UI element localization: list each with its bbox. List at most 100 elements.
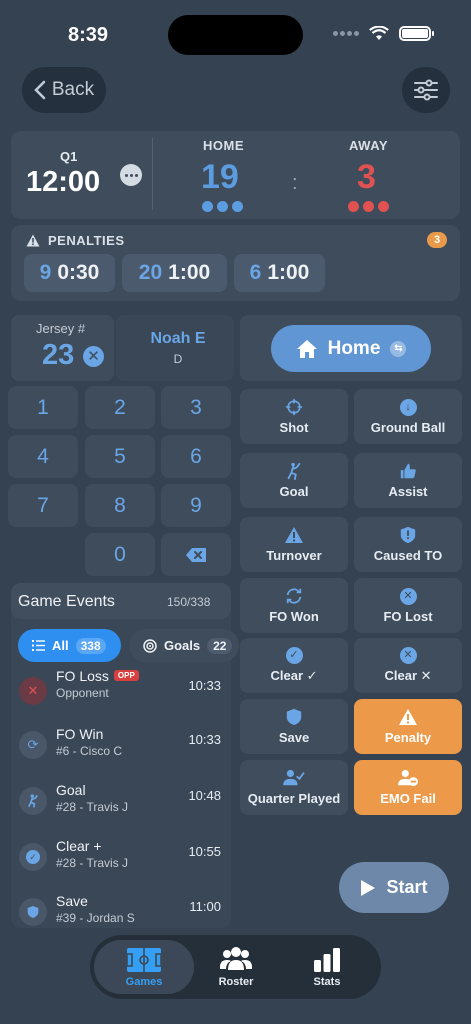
house-icon — [296, 339, 317, 358]
penalty-button[interactable]: Penalty — [354, 699, 462, 754]
battery-icon — [399, 26, 434, 41]
event-row[interactable]: ✓ Clear + #28 - Travis J 10:55 — [11, 832, 231, 888]
quarter-played-button[interactable]: Quarter Played — [240, 760, 348, 815]
action-label: Clear ✕ — [384, 668, 432, 683]
tab-stats[interactable]: Stats — [277, 940, 377, 994]
x-circle-icon: ✕ — [19, 677, 47, 705]
penalty-chip[interactable]: 9 0:30 — [24, 254, 115, 292]
action-label: Caused TO — [373, 548, 443, 563]
keypad-key-3[interactable]: 3 — [161, 386, 231, 429]
event-time: 10:33 — [188, 732, 221, 747]
tab-label: Games — [125, 975, 163, 988]
filter-goals-button[interactable]: Goals 22 — [129, 629, 239, 662]
action-label: Shot — [279, 420, 309, 435]
keypad-key-2[interactable]: 2 — [85, 386, 155, 429]
game-events-title: Game Events — [18, 593, 115, 610]
score-separator: : — [292, 172, 298, 194]
keypad-key-5[interactable]: 5 — [85, 435, 155, 478]
penalty-time: 1:00 — [267, 261, 310, 284]
keypad-key-8[interactable]: 8 — [85, 484, 155, 527]
clear-jersey-icon[interactable]: ✕ — [83, 346, 104, 367]
away-label: AWAY — [349, 138, 389, 153]
event-sub: #28 - Travis J — [56, 800, 129, 814]
quarter-label: Q1 — [60, 149, 78, 164]
caused-to-button[interactable]: Caused TO — [354, 517, 462, 572]
keypad-key-7[interactable]: 7 — [8, 484, 78, 527]
arrow-down-circle-icon: ↓ — [399, 398, 417, 416]
keypad-backspace[interactable] — [161, 533, 231, 576]
event-sub: #39 - Jordan S — [56, 911, 135, 925]
keypad-key-9[interactable]: 9 — [161, 484, 231, 527]
player-name: Noah E — [150, 330, 206, 347]
action-label: Save — [278, 730, 310, 745]
event-name-wrap: FO Loss OPP — [56, 668, 139, 684]
penalty-number: 20 — [138, 261, 163, 284]
cycle-arrows-icon: ⟳ — [19, 731, 47, 759]
fo-won-button[interactable]: FO Won — [240, 578, 348, 633]
keypad-key-4[interactable]: 4 — [8, 435, 78, 478]
check-circle-icon: ✓ — [285, 647, 303, 664]
tab-roster[interactable]: Roster — [186, 940, 286, 994]
signal-icon — [333, 31, 359, 36]
keypad-key-0[interactable]: 0 — [85, 533, 155, 576]
fo-lost-button[interactable]: ✕ FO Lost — [354, 578, 462, 633]
penalty-number: 9 — [39, 261, 52, 284]
person-check-icon — [283, 769, 305, 786]
penalties-count-badge: 3 — [427, 232, 447, 248]
warning-triangle-icon — [285, 527, 303, 543]
home-timeouts — [202, 201, 243, 212]
shield-icon — [19, 898, 47, 926]
event-row[interactable]: ⟳ FO Win #6 - Cisco C 10:33 — [11, 720, 231, 776]
bar-chart-icon — [314, 947, 340, 972]
home-score[interactable]: 19 — [201, 158, 239, 197]
assist-button[interactable]: Assist — [354, 453, 462, 508]
status-time: 8:39 — [68, 24, 109, 46]
clear-success-button[interactable]: ✓ Clear ✓ — [240, 638, 348, 693]
filter-all-button[interactable]: All 338 — [18, 629, 121, 662]
ground-ball-button[interactable]: ↓ Ground Ball — [354, 389, 462, 444]
tab-games[interactable]: Games — [94, 940, 194, 994]
event-name: FO Win — [56, 726, 104, 742]
keypad-key-6[interactable]: 6 — [161, 435, 231, 478]
back-button[interactable]: Back — [22, 67, 106, 113]
start-button[interactable]: Start — [339, 862, 449, 913]
player-shooting-icon — [287, 462, 301, 480]
thumbs-up-icon — [400, 463, 416, 479]
crosshair-icon — [285, 398, 303, 416]
event-row[interactable]: Goal #28 - Travis J 10:48 — [11, 776, 231, 832]
keypad-key-1[interactable]: 1 — [8, 386, 78, 429]
event-sub: #28 - Travis J — [56, 856, 129, 870]
shield-exclamation-icon — [400, 526, 416, 544]
turnover-button[interactable]: Turnover — [240, 517, 348, 572]
action-label: Goal — [279, 484, 309, 499]
penalty-chip[interactable]: 6 1:00 — [234, 254, 325, 292]
player-display — [116, 315, 234, 381]
away-score[interactable]: 3 — [357, 158, 376, 197]
action-label: Clear ✓ — [270, 668, 318, 683]
jersey-label: Jersey # — [36, 321, 86, 336]
action-label: Ground Ball — [370, 419, 446, 435]
team-toggle-button[interactable]: Home ⇆ — [271, 325, 431, 372]
target-icon — [143, 638, 157, 653]
field-icon — [126, 947, 162, 972]
sliders-icon — [414, 79, 438, 101]
opp-badge: OPP — [113, 670, 139, 681]
shot-button[interactable]: Shot — [240, 389, 348, 444]
event-name: FO Loss — [56, 668, 109, 684]
more-options-button[interactable] — [120, 164, 142, 186]
penalties-title: PENALTIES — [48, 233, 125, 248]
goal-button[interactable]: Goal — [240, 453, 348, 508]
home-label: HOME — [203, 138, 244, 153]
action-label: Penalty — [384, 730, 432, 745]
back-label: Back — [51, 79, 95, 100]
tab-label: Stats — [313, 975, 341, 988]
game-clock[interactable]: 12:00 — [26, 166, 100, 199]
emo-fail-button[interactable]: EMO Fail — [354, 760, 462, 815]
clear-fail-button[interactable]: ✕ Clear ✕ — [354, 638, 462, 693]
filter-count: 338 — [75, 637, 106, 654]
penalty-chip[interactable]: 20 1:00 — [122, 254, 227, 292]
settings-sliders-button[interactable] — [402, 67, 450, 113]
play-icon — [361, 879, 376, 896]
save-button[interactable]: Save — [240, 699, 348, 754]
event-row[interactable]: ✕ FO Loss OPP Opponent 10:33 — [11, 666, 231, 722]
